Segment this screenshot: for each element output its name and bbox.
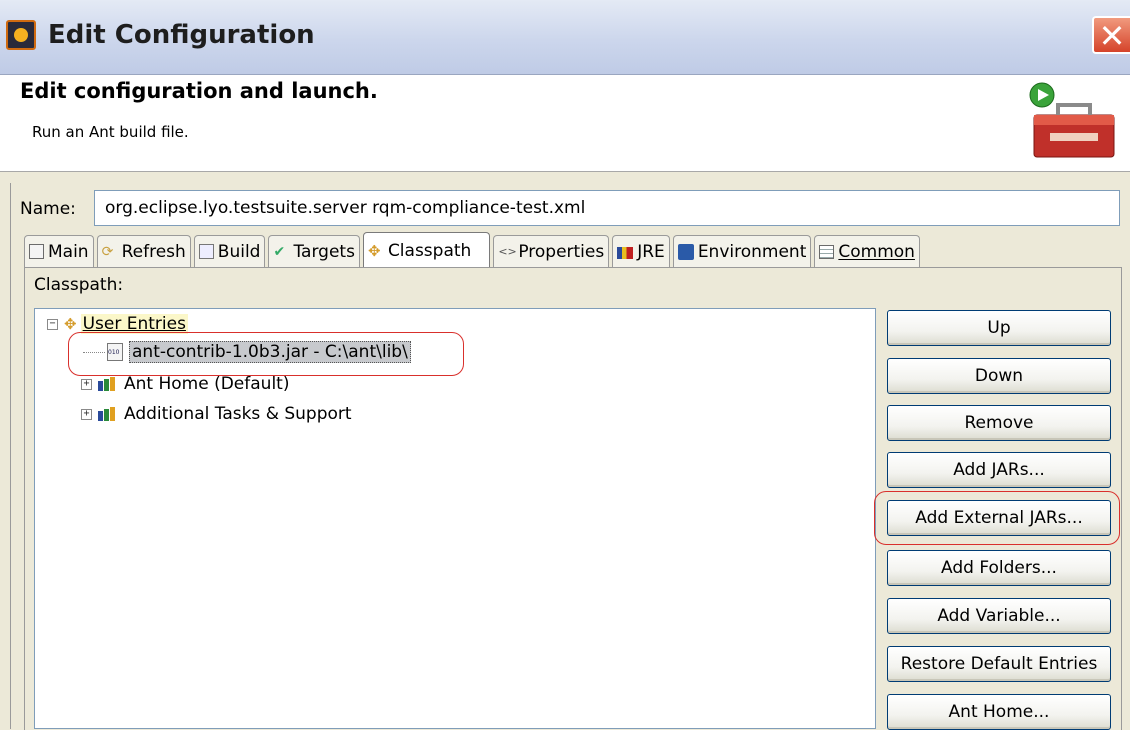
down-button[interactable]: Down (887, 358, 1111, 394)
tab-build[interactable]: Build (193, 235, 266, 267)
tab-jre[interactable]: JRE (612, 235, 670, 267)
classpath-icon: ✥ (367, 241, 381, 260)
ant-home-label: Ant Home (Default) (124, 374, 290, 394)
expand-toggle-icon[interactable]: + (81, 408, 92, 420)
add-jars-button[interactable]: Add JARs... (887, 452, 1111, 488)
targets-icon: ✔ (273, 243, 286, 260)
annotation-highlight-jar (68, 332, 464, 376)
ant-home-button[interactable]: Ant Home... (887, 694, 1111, 730)
properties-icon: <> (498, 244, 517, 258)
user-entries-label: User Entries (80, 314, 188, 334)
toolbox-run-icon (1029, 82, 1115, 158)
main-tab-icon (29, 244, 44, 259)
tab-refresh[interactable]: ⟳ Refresh (96, 235, 191, 267)
library-icon (98, 407, 118, 421)
tree-row-additional[interactable]: + Additional Tasks & Support (81, 401, 352, 427)
build-icon (198, 244, 214, 259)
dialog-left-border (10, 183, 11, 729)
name-label: Name: (20, 199, 76, 219)
add-folders-button[interactable]: Add Folders... (887, 550, 1111, 586)
remove-button[interactable]: Remove (887, 405, 1111, 441)
close-button[interactable]: ✕ (1092, 16, 1130, 54)
jre-icon (617, 246, 634, 259)
name-field[interactable] (94, 190, 1120, 226)
close-icon: ✕ (1098, 17, 1126, 55)
tab-bar: Main ⟳ Refresh Build ✔ Targets ✥ Classpa… (24, 232, 923, 268)
title-bar: Edit Configuration ✕ (0, 0, 1130, 75)
up-button[interactable]: Up (887, 310, 1111, 346)
additional-tasks-label: Additional Tasks & Support (124, 404, 352, 424)
expand-toggle-icon[interactable]: + (81, 378, 92, 390)
restore-default-entries-button[interactable]: Restore Default Entries (887, 646, 1111, 682)
window-title: Edit Configuration (48, 20, 315, 50)
classpath-label: Classpath: (34, 275, 124, 295)
tab-main[interactable]: Main (24, 235, 94, 267)
refresh-icon: ⟳ (101, 243, 114, 260)
add-external-jars-button[interactable]: Add External JARs... (887, 500, 1111, 536)
tab-properties[interactable]: <> Properties (493, 235, 610, 267)
collapse-toggle-icon[interactable]: − (47, 318, 58, 330)
dialog-header: Edit configuration and launch. Run an An… (0, 75, 1130, 172)
tab-environment[interactable]: Environment (672, 235, 812, 267)
library-icon (98, 377, 118, 391)
tab-targets[interactable]: ✔ Targets (268, 235, 360, 267)
tab-classpath[interactable]: ✥ Classpath (362, 232, 491, 268)
app-icon (6, 20, 36, 50)
environment-icon (677, 243, 694, 260)
add-variable-button[interactable]: Add Variable... (887, 598, 1111, 634)
common-icon (819, 244, 835, 259)
header-subtitle: Run an Ant build file. (32, 123, 189, 141)
header-title: Edit configuration and launch. (20, 79, 378, 103)
tab-common[interactable]: Common (814, 235, 920, 267)
user-entries-icon: ✥ (64, 315, 77, 333)
